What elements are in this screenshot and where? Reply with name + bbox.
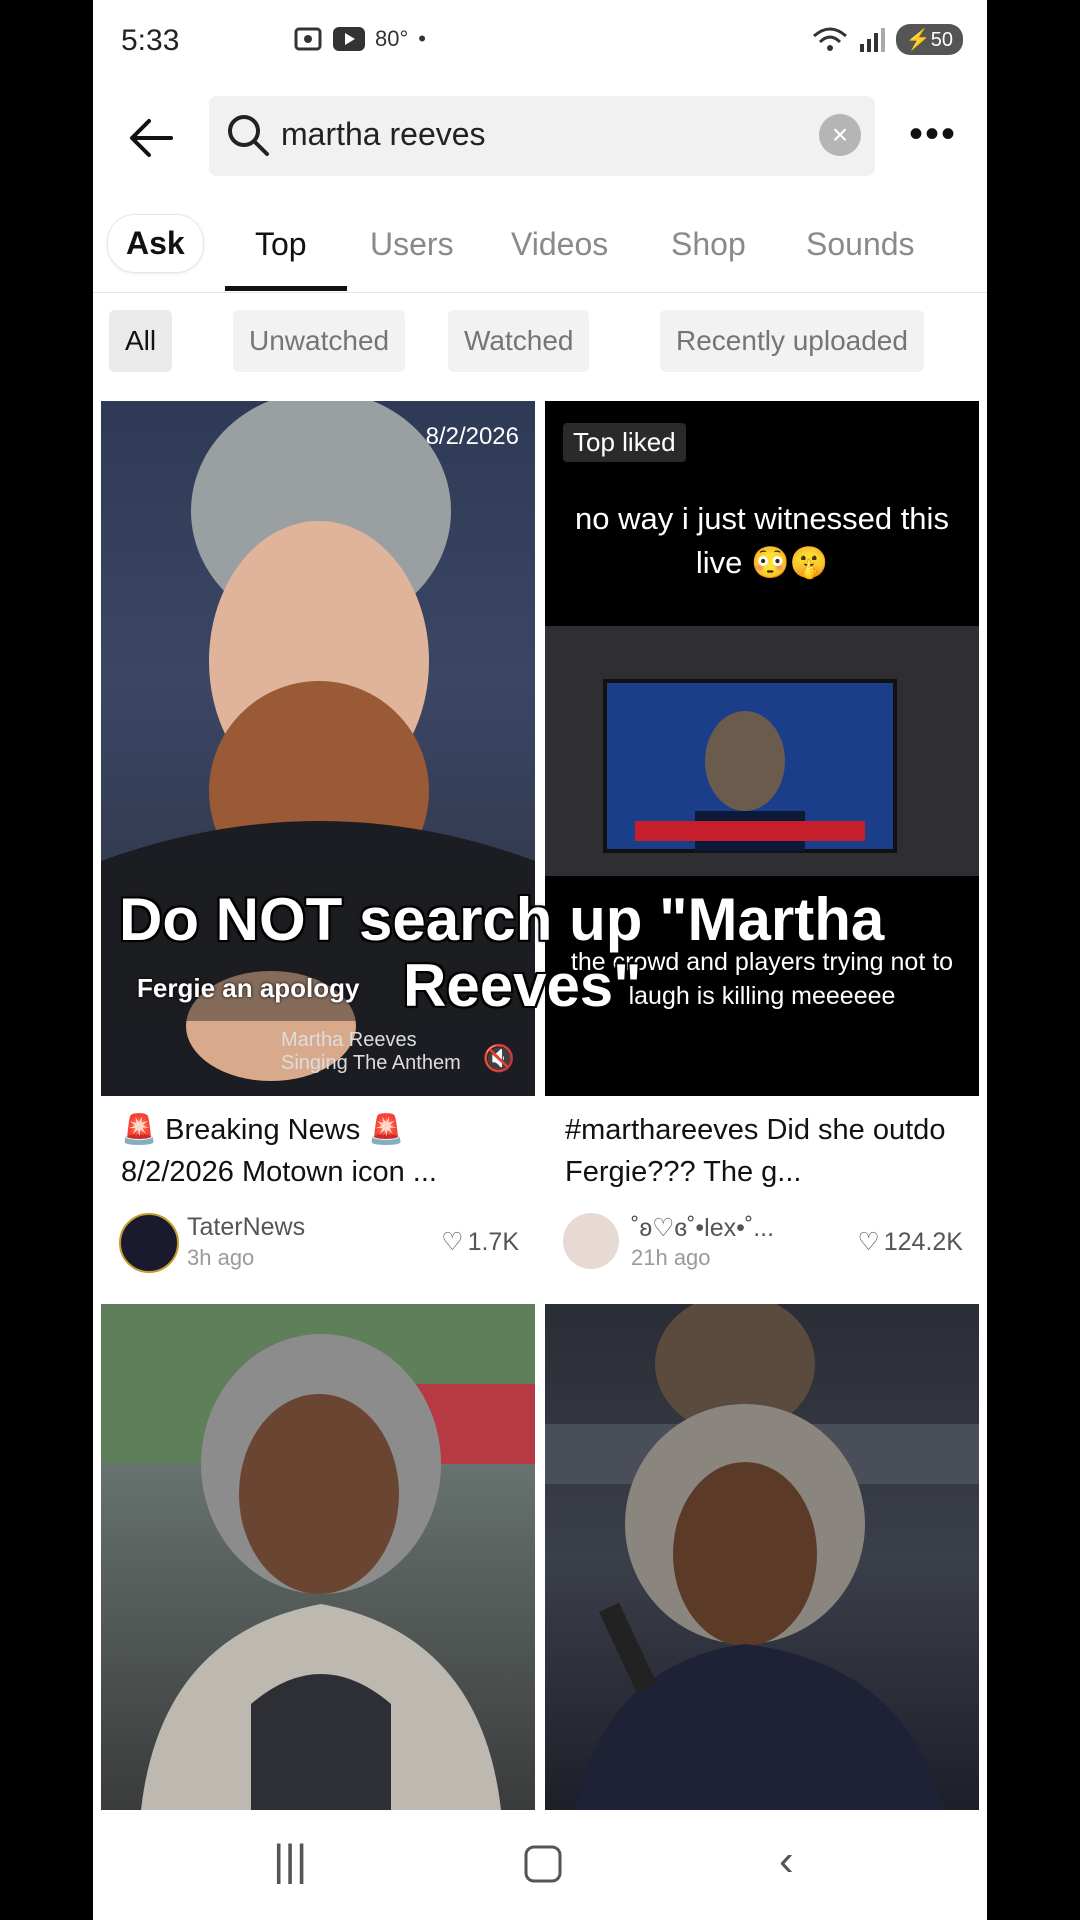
screen-record-icon — [294, 27, 322, 51]
video-thumbnail[interactable] — [101, 1304, 535, 1810]
recents-icon[interactable]: ||| — [273, 1836, 307, 1886]
posted-time: 21h ago — [631, 1245, 711, 1270]
system-navigation-bar: ||| ‹ — [93, 1810, 987, 1920]
overlay-warning-text: Do NOT search up "Martha Reeves" — [111, 880, 971, 1026]
posted-time: 3h ago — [187, 1245, 255, 1270]
video-thumbnail[interactable] — [545, 1304, 979, 1810]
search-icon — [228, 115, 269, 156]
likes-value: 124.2K — [883, 1227, 963, 1256]
active-tab-indicator — [225, 286, 347, 291]
status-time: 5:33 — [121, 24, 180, 57]
video-card-3[interactable] — [101, 1304, 535, 1810]
search-input[interactable]: martha reeves × — [209, 96, 875, 176]
mute-icon: 🔇 — [482, 1043, 515, 1073]
status-bar: 5:33 80° • ⚡50 — [93, 0, 987, 86]
author-name[interactable]: ˚ʚ♡ɞ˚•lex•˚... — [631, 1213, 774, 1243]
filter-chips: All Unwatched Watched Recently uploaded — [93, 310, 987, 374]
tab-shop[interactable]: Shop — [671, 226, 746, 263]
search-row: martha reeves × ••• — [93, 96, 987, 180]
woman-portrait-image — [101, 1304, 535, 1810]
avatar[interactable] — [563, 1213, 619, 1269]
tab-users[interactable]: Users — [370, 226, 454, 263]
youtube-icon — [333, 27, 365, 51]
video-title[interactable]: 🚨 Breaking News 🚨 8/2/2026 Motown icon .… — [121, 1109, 521, 1193]
search-query: martha reeves — [281, 116, 486, 152]
likes-count: ♡ 124.2K — [857, 1227, 963, 1257]
video-meta: TaterNews 3h ago ♡ 1.7K — [119, 1213, 519, 1273]
video-date: 8/2/2026 — [425, 423, 519, 450]
search-tabs: Ask Top Users Videos Shop Sounds — [93, 206, 987, 293]
video-top-caption: no way i just witnessed this live 😳🤫 — [575, 501, 949, 580]
avatar[interactable] — [119, 1213, 179, 1273]
tab-videos[interactable]: Videos — [511, 226, 608, 263]
status-right: ⚡50 — [812, 24, 963, 55]
wifi-icon — [812, 27, 847, 51]
battery-level: 50 — [930, 29, 953, 51]
video-title[interactable]: #marthareeves Did she outdo Fergie??? Th… — [565, 1109, 965, 1193]
back-nav-icon[interactable]: ‹ — [779, 1836, 794, 1886]
heart-icon: ♡ — [441, 1228, 464, 1256]
phone-screen: 5:33 80° • ⚡50 martha reeves × ••• Ask T… — [93, 0, 987, 1920]
video-meta: ˚ʚ♡ɞ˚•lex•˚... 21h ago ♡ 124.2K — [563, 1213, 963, 1273]
video-card-1[interactable]: 8/2/2026 Fergie an apology Martha Reeves… — [101, 401, 535, 1291]
home-icon[interactable] — [523, 1844, 563, 1884]
status-icons: 80° • — [293, 26, 426, 52]
heart-icon: ♡ — [857, 1228, 880, 1256]
video-card-2[interactable]: Top liked no way i just witnessed this l… — [545, 401, 979, 1291]
filter-all[interactable]: All — [109, 310, 173, 372]
dot-icon: • — [418, 26, 426, 51]
status-temperature: 80° — [375, 26, 409, 51]
filter-watched[interactable]: Watched — [448, 310, 590, 372]
top-liked-badge: Top liked — [563, 423, 686, 462]
likes-value: 1.7K — [467, 1227, 519, 1256]
likes-count: ♡ 1.7K — [441, 1227, 519, 1257]
clear-icon[interactable]: × — [819, 114, 861, 156]
tab-sounds[interactable]: Sounds — [806, 226, 915, 263]
tab-ask[interactable]: Ask — [107, 214, 204, 273]
woman-singing-image — [545, 1304, 979, 1810]
author-name[interactable]: TaterNews — [187, 1213, 305, 1242]
filter-recently-uploaded[interactable]: Recently uploaded — [660, 310, 924, 372]
battery-icon: ⚡50 — [895, 24, 963, 55]
video-card-4[interactable] — [545, 1304, 979, 1810]
back-arrow-icon[interactable] — [121, 108, 181, 168]
tab-top[interactable]: Top — [255, 226, 307, 263]
more-options-icon[interactable]: ••• — [909, 112, 957, 157]
signal-icon — [859, 27, 885, 52]
filter-unwatched[interactable]: Unwatched — [233, 310, 406, 372]
video-overlay-small: Martha Reeves Singing The Anthem — [281, 1029, 461, 1074]
